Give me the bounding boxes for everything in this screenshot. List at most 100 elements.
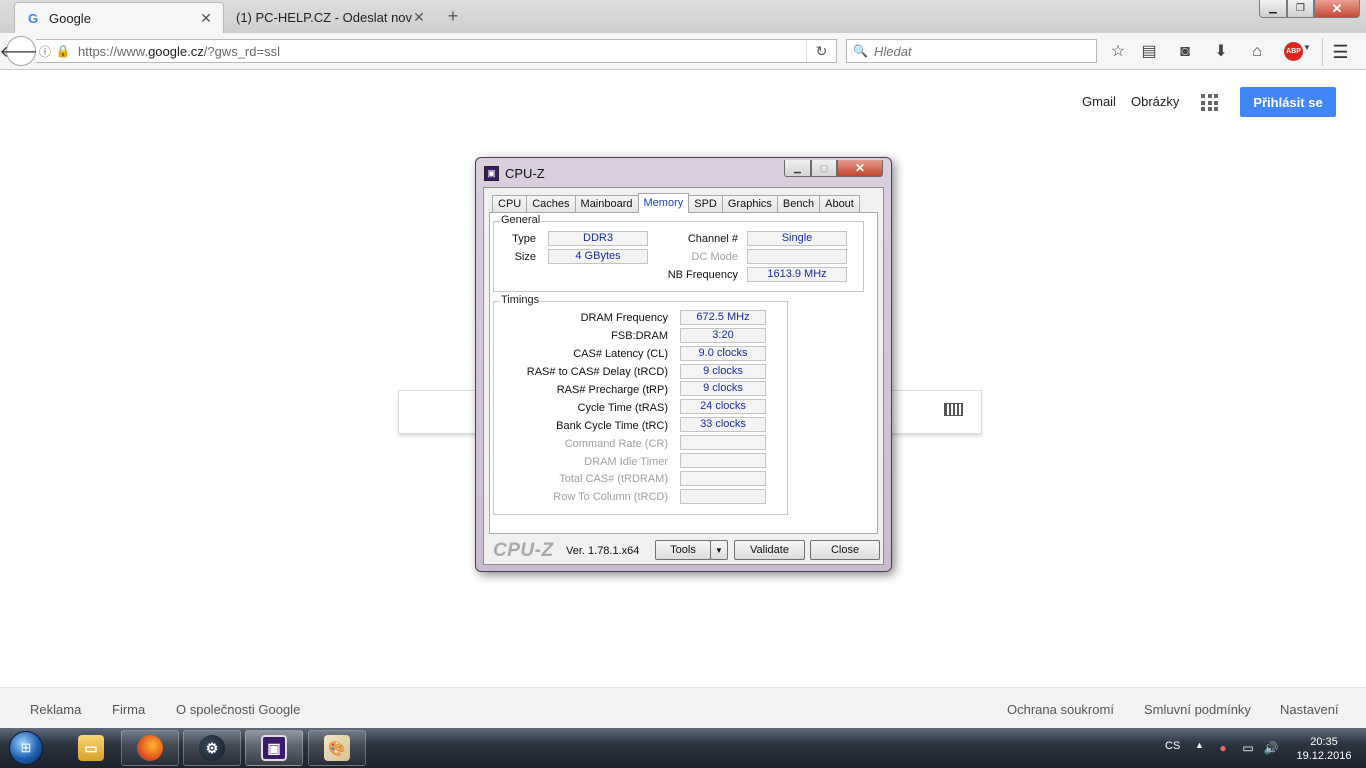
cpuz-brand-logo: CPU-Z xyxy=(493,540,554,561)
images-link[interactable]: Obrázky xyxy=(1131,94,1179,109)
footer-link-terms[interactable]: Smluvní podmínky xyxy=(1144,702,1251,717)
google-footer: Reklama Firma O společnosti Google Ochra… xyxy=(0,687,1366,728)
show-hidden-icons-icon[interactable]: ▲ xyxy=(1195,740,1204,750)
cpuz-window: ▣ CPU-Z ▁ ▢ ✕ CPU Caches Mainboard Memor… xyxy=(475,157,892,572)
back-button[interactable]: 🡐 xyxy=(0,36,42,66)
windows-logo-icon: ⊞ xyxy=(9,731,43,765)
tab-about[interactable]: About xyxy=(819,195,860,213)
footer-link-business[interactable]: Firma xyxy=(112,702,145,717)
tab-title: (1) PC-HELP.CZ - Odeslat nové... xyxy=(236,10,412,25)
adblock-plus-icon[interactable]: ABP xyxy=(1284,42,1303,61)
command-rate-value xyxy=(680,435,766,450)
new-tab-icon[interactable]: + xyxy=(442,5,464,27)
pocket-icon[interactable]: ◙ xyxy=(1174,41,1196,63)
taskbar-cpuz[interactable]: ▣ xyxy=(245,730,303,766)
cpuz-minimize-button[interactable]: ▁ xyxy=(784,160,811,177)
clock-time: 20:35 xyxy=(1310,736,1338,748)
cpuz-bottom-bar: CPU-Z Ver. 1.78.1.x64 Tools ▼ Validate C… xyxy=(489,536,880,564)
volume-icon[interactable]: 🔊 xyxy=(1263,740,1279,756)
taskbar-firefox[interactable] xyxy=(121,730,179,766)
tab-caches[interactable]: Caches xyxy=(526,195,576,213)
total-cas-value xyxy=(680,471,766,486)
cpuz-client-area: CPU Caches Mainboard Memory SPD Graphics… xyxy=(483,187,884,565)
general-legend: General xyxy=(500,214,542,226)
start-button[interactable]: ⊞ xyxy=(4,729,48,767)
command-rate-label: Command Rate (CR) xyxy=(564,438,668,450)
cas-latency-value: 9.0 clocks xyxy=(680,346,766,361)
footer-link-settings[interactable]: Nastavení xyxy=(1280,702,1339,717)
tab-title: Google xyxy=(49,10,91,26)
dram-frequency-value: 672.5 MHz xyxy=(680,310,766,325)
tab-pc-help[interactable]: (1) PC-HELP.CZ - Odeslat nové... ✕ xyxy=(226,2,436,33)
url-path: /?gws_rd=ssl xyxy=(203,43,280,59)
tab-mainboard[interactable]: Mainboard xyxy=(574,195,639,213)
footer-link-about[interactable]: O společnosti Google xyxy=(176,702,300,717)
adblock-dropdown-icon[interactable]: ▼ xyxy=(1303,43,1311,52)
keyboard-icon[interactable] xyxy=(944,403,963,416)
clock[interactable]: 20:35 19.12.2016 xyxy=(1290,735,1358,763)
browser-nav-bar: 🡐 ⓘ 🔒 https://www.google.cz/?gws_rd=ssl … xyxy=(0,33,1366,70)
cpuz-title: CPU-Z xyxy=(505,166,545,181)
footer-link-privacy[interactable]: Ochrana soukromí xyxy=(1007,702,1114,717)
ras-to-cas-value: 9 clocks xyxy=(680,364,766,379)
folder-icon: ▭ xyxy=(78,735,104,761)
dram-idle-timer-label: DRAM Idle Timer xyxy=(584,456,668,468)
taskbar-steam[interactable]: ⚙ xyxy=(183,730,241,766)
bank-cycle-time-value: 33 clocks xyxy=(680,417,766,432)
cpuz-title-bar[interactable]: ▣ CPU-Z ▁ ▢ ✕ xyxy=(476,158,891,186)
nb-frequency-label: NB Frequency xyxy=(667,269,738,281)
gmail-link[interactable]: Gmail xyxy=(1082,94,1116,109)
dram-frequency-label: DRAM Frequency xyxy=(580,312,668,324)
network-icon[interactable]: ▭ xyxy=(1240,740,1256,756)
url-text[interactable]: https://www.google.cz/?gws_rd=ssl xyxy=(72,44,806,59)
tools-button[interactable]: Tools xyxy=(655,540,711,560)
search-input[interactable] xyxy=(873,43,1094,59)
cpuz-version: Ver. 1.78.1.x64 xyxy=(566,545,640,557)
validate-button[interactable]: Validate xyxy=(734,540,805,560)
address-bar[interactable]: ⓘ 🔒 https://www.google.cz/?gws_rd=ssl ↻ xyxy=(36,39,837,63)
dram-idle-timer-value xyxy=(680,453,766,468)
close-button[interactable]: Close xyxy=(810,540,880,560)
row-to-column-label: Row To Column (tRCD) xyxy=(553,491,668,503)
row-to-column-value xyxy=(680,489,766,504)
tab-google[interactable]: G Google ✕ xyxy=(14,2,224,33)
minimize-window-button[interactable]: ▁ xyxy=(1259,0,1287,18)
nb-frequency-value: 1613.9 MHz xyxy=(747,267,847,282)
close-tab-icon[interactable]: ✕ xyxy=(199,10,213,27)
dc-mode-label: DC Mode xyxy=(691,251,738,263)
footer-link-ads[interactable]: Reklama xyxy=(30,702,81,717)
tab-spd[interactable]: SPD xyxy=(688,195,723,213)
ras-precharge-label: RAS# Precharge (tRP) xyxy=(556,384,668,396)
reload-icon[interactable]: ↻ xyxy=(806,40,836,62)
ras-to-cas-label: RAS# to CAS# Delay (tRCD) xyxy=(526,366,668,378)
tab-cpu[interactable]: CPU xyxy=(492,195,528,213)
hamburger-menu-icon[interactable]: ☰ xyxy=(1322,38,1358,66)
search-bar[interactable]: 🔍 xyxy=(846,39,1097,63)
tab-graphics[interactable]: Graphics xyxy=(721,195,778,213)
info-icon[interactable]: ⓘ xyxy=(36,43,54,60)
downloads-icon[interactable]: ⬇ xyxy=(1210,41,1232,63)
close-tab-icon[interactable]: ✕ xyxy=(412,9,426,26)
antivirus-tray-icon[interactable]: ● xyxy=(1215,740,1231,756)
timings-group: Timings DRAM Frequency 672.5 MHz FSB:DRA… xyxy=(493,294,788,515)
taskbar-explorer[interactable]: ▭ xyxy=(62,730,120,766)
restore-window-button[interactable]: ❐ xyxy=(1287,0,1314,18)
tab-bench[interactable]: Bench xyxy=(776,195,821,213)
tab-memory[interactable]: Memory xyxy=(637,193,690,213)
apps-grid-icon[interactable] xyxy=(1201,94,1218,111)
size-value: 4 GBytes xyxy=(548,249,648,264)
general-group: General Type DDR3 Size 4 GBytes Channel … xyxy=(493,214,864,292)
windows-taskbar: ⊞ ▭ ⚙ ▣ 🎨 CS ▲ ● ▭ 🔊 20:35 19.12.2016 xyxy=(0,728,1366,768)
language-indicator[interactable]: CS xyxy=(1165,740,1180,752)
sign-in-button[interactable]: Přihlásit se xyxy=(1240,87,1336,117)
taskbar-paint[interactable]: 🎨 xyxy=(308,730,366,766)
google-favicon-icon: G xyxy=(27,10,39,26)
tools-dropdown-icon[interactable]: ▼ xyxy=(710,540,728,560)
cpuz-tab-strip: CPU Caches Mainboard Memory SPD Graphics… xyxy=(492,193,860,213)
bookmark-star-icon[interactable]: ☆ xyxy=(1107,41,1129,63)
bookmarks-list-icon[interactable]: ▤ xyxy=(1138,41,1160,63)
close-window-button[interactable]: ✕ xyxy=(1314,0,1360,18)
steam-icon: ⚙ xyxy=(199,735,225,761)
home-icon[interactable]: ⌂ xyxy=(1246,41,1268,63)
cpuz-close-window-button[interactable]: ✕ xyxy=(837,160,883,177)
